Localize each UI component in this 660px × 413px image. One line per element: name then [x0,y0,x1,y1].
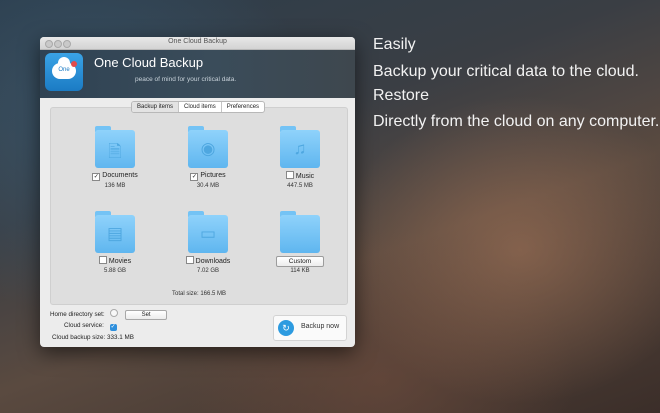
cloud-service-row: Cloud service: ✓ [64,322,117,331]
custom-button[interactable]: Custom [276,256,324,267]
downloads-icon[interactable]: ▭ [188,211,228,253]
item-movies[interactable]: ▤ Movies 5.88 GB [75,211,155,274]
item-size: 447.5 MB [287,183,313,189]
hero-heading-easily: Easily [373,36,416,53]
item-custom[interactable]: Custom 114 KB [260,211,340,274]
app-tagline: peace of mind for your critical data. [135,76,237,83]
music-icon[interactable]: ♫ [280,126,320,168]
item-label: Movies [108,258,132,265]
home-directory-indicator [110,309,119,317]
backup-now-label: Backup now [301,323,340,330]
home-directory-label: Home directory set: [50,311,105,318]
app-window: One Cloud Backup One One Cloud Backup pe… [40,37,355,347]
cloud-backup-size-label: Cloud backup size: [52,334,106,341]
document-icon[interactable]: 🗎 [95,126,135,168]
music-checkbox[interactable] [285,171,294,179]
refresh-icon: ↻ [278,320,294,336]
item-size: 5.88 GB [103,268,126,274]
tab-bar: Backup items Cloud items Preferences [131,101,266,113]
app-logo-icon: One [45,53,83,91]
downloads-checkbox[interactable] [185,256,194,264]
item-size: 136 MB [104,183,126,189]
item-music[interactable]: ♫ Music 447.5 MB [260,126,340,189]
item-pictures[interactable]: ◉ ✓ Pictures 30.4 MB [168,126,248,189]
hero-subtitle-backup: Backup your critical data to the cloud. [373,63,639,80]
title-bar: One Cloud Backup [40,37,355,50]
backup-now-button[interactable]: ↻ Backup now [273,315,347,341]
total-size: Total size: 166.5 MB [171,291,227,297]
item-label: Pictures [200,172,226,179]
movies-checkbox[interactable] [98,256,107,264]
app-banner: One One Cloud Backup peace of mind for y… [40,50,355,98]
cloud-backup-size-row: Cloud backup size: 333.1 MB [52,334,134,341]
app-title: One Cloud Backup [94,55,204,70]
tab-cloud-items[interactable]: Cloud items [179,102,222,112]
item-size: 7.02 GB [196,268,219,274]
pictures-checkbox[interactable]: ✓ [190,173,199,181]
cloud-service-label: Cloud service: [64,322,104,329]
window-title: One Cloud Backup [168,38,227,45]
item-documents[interactable]: 🗎 ✓ Documents 136 MB [75,126,155,189]
set-button[interactable]: Set [125,310,168,320]
app-logo-text: One [58,67,70,73]
film-icon[interactable]: ▤ [95,211,135,253]
item-label: Documents [102,172,138,179]
cloud-backup-size-value: 333.1 MB [106,334,134,341]
hero-heading-restore: Restore [373,87,430,104]
tab-preferences[interactable]: Preferences [222,102,264,112]
documents-checkbox[interactable]: ✓ [92,173,101,181]
camera-icon[interactable]: ◉ [188,126,228,168]
backup-items-panel: 🗎 ✓ Documents 136 MB ◉ ✓ Pictures 30.4 MB … [50,107,348,305]
home-directory-row: Home directory set: Set [50,309,168,320]
hero-subtitle-restore: Directly from the cloud on any computer. [373,113,660,130]
folder-icon[interactable] [280,211,320,253]
item-downloads[interactable]: ▭ Downloads 7.02 GB [168,211,248,274]
item-label: Music [295,173,315,180]
cloud-service-checkbox[interactable]: ✓ [109,324,117,331]
item-size: 30.4 MB [196,183,220,189]
tab-backup-items[interactable]: Backup items [132,102,180,112]
item-label: Downloads [195,258,231,265]
item-size: 114 KB [290,268,310,274]
